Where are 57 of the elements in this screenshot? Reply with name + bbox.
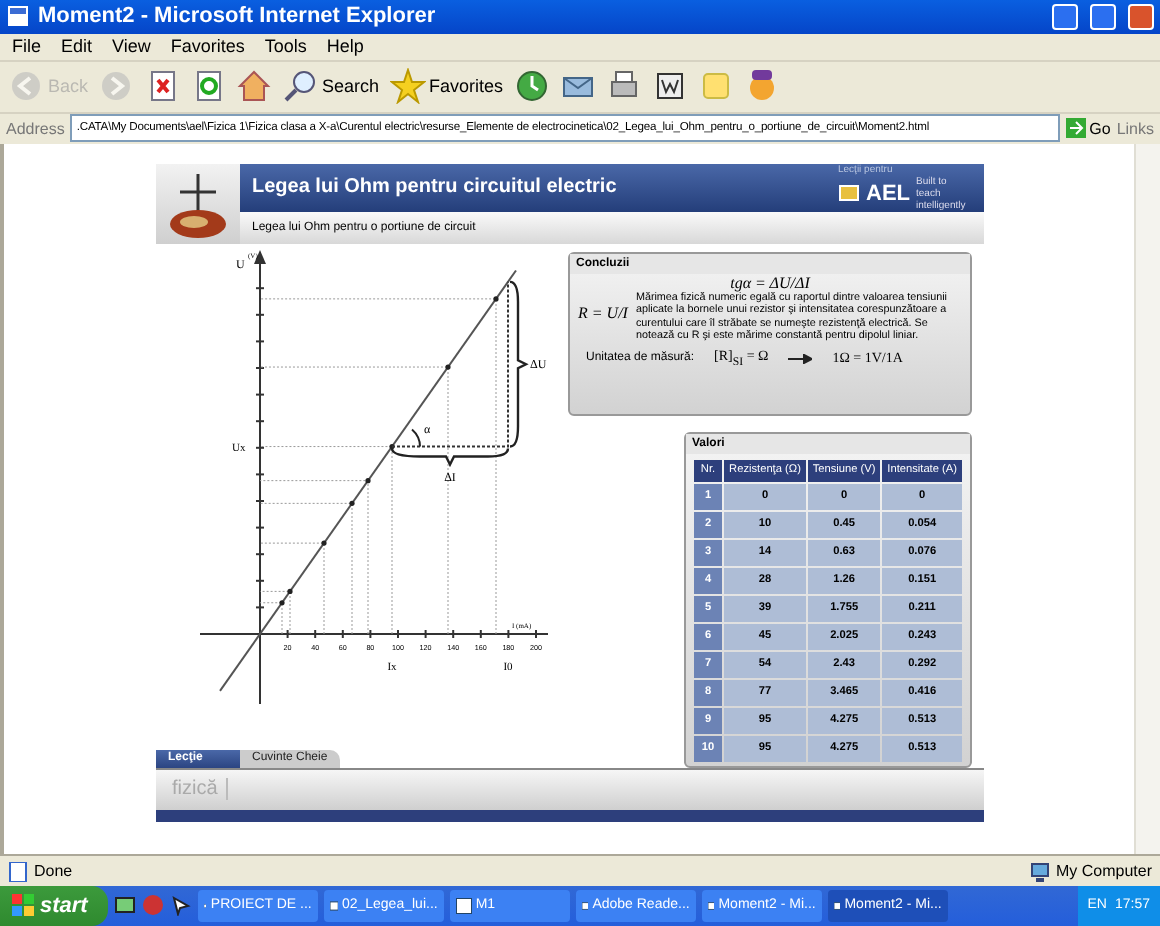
window-icon [581,897,589,914]
desktop-icon [113,894,136,917]
lesson-title: Legea lui Ohm pentru circuitul electric [252,176,619,199]
note-icon [697,68,734,105]
data-point [349,499,355,505]
menu-item[interactable]: File [12,36,42,57]
go-button[interactable]: Go [1065,118,1111,139]
window-icon [707,897,715,914]
links-label[interactable]: Links [1116,119,1154,138]
browser-icon [6,4,30,29]
minimize-button[interactable] [1052,3,1078,30]
document-icon [651,68,688,105]
arrow-icon [1065,118,1086,139]
maximize-button[interactable] [1090,3,1116,30]
arrow-icon [788,353,813,364]
pointer-icon [169,894,192,917]
page-icon [8,861,28,882]
formula: tgα = ΔU/ΔI [728,273,813,292]
home-button[interactable] [236,68,273,105]
menu-item[interactable]: View [112,36,151,57]
data-point [493,295,499,301]
brand-name: AEL [866,181,910,206]
zone-label: My Computer [1055,862,1152,881]
data-point [365,477,371,483]
menu-item[interactable]: Tools [264,36,307,57]
scrollbar[interactable] [1134,143,1160,855]
data-point [389,443,395,449]
footer-brand: fizică [172,778,228,801]
start-button[interactable]: start [0,885,108,926]
search-button[interactable]: Search [282,68,380,105]
computer-icon [1029,861,1050,882]
data-point [287,587,293,594]
favorites-button[interactable]: Favorites [389,68,504,105]
history-button[interactable] [513,68,550,105]
data-point [445,363,451,369]
search-icon [282,68,319,105]
windows-logo-icon [12,894,34,917]
menu-item[interactable]: Edit [61,36,93,57]
star-icon [389,68,426,105]
angle-arc [411,427,421,447]
word-button[interactable] [651,68,688,105]
window-icon [833,897,841,914]
data-point [279,599,285,605]
menu-item[interactable]: Help [326,36,364,57]
window-title: Moment2 - Microsoft Internet Explorer [38,4,438,29]
formula: R = U/I [578,301,628,322]
monitor-icon [838,184,860,203]
media-icon [141,894,164,917]
window-icon [329,897,338,914]
clock-icon [513,68,550,105]
menu-item[interactable]: Favorites [170,36,245,57]
status-text: Done [34,862,75,881]
home-icon [236,68,273,105]
address-label: Address [6,119,65,138]
data-point [321,539,327,545]
window-icon [455,897,472,914]
close-button[interactable] [1128,3,1154,30]
